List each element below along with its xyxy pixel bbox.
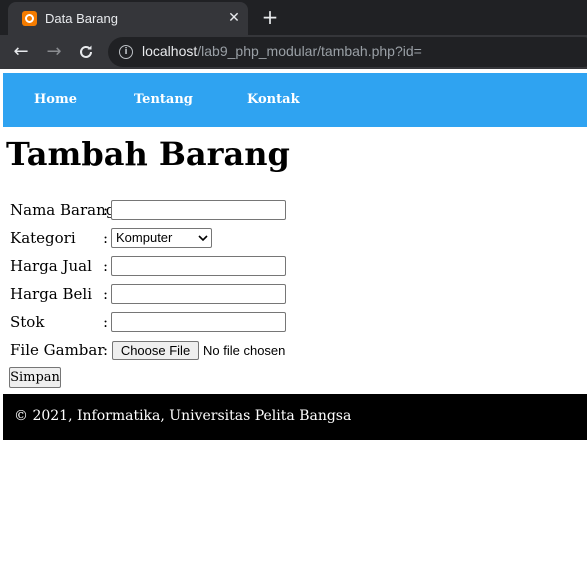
browser-tab-strip: Data Barang ✕ + [0,0,587,35]
back-arrow-icon[interactable]: ← [9,40,33,64]
url-text[interactable]: localhost/lab9_php_modular/tambah.php?id… [142,43,422,59]
colon-separator: : [103,229,109,247]
choose-file-button[interactable]: Choose File [112,341,199,360]
forward-arrow-icon[interactable]: → [42,40,66,64]
nav-menu: Home Tentang Kontak [3,73,587,127]
label-harga-beli: Harga Beli [10,285,93,303]
kategori-selected-value: Komputer [116,230,173,245]
simpan-button[interactable]: Simpan [9,367,61,388]
page-title: Tambah Barang [6,135,290,173]
address-bar[interactable]: i localhost/lab9_php_modular/tambah.php?… [108,37,587,67]
colon-separator: : [103,285,109,303]
site-info-icon[interactable]: i [119,45,133,59]
kategori-select[interactable]: Komputer [111,228,212,248]
nav-link-home[interactable]: Home [34,92,77,107]
reload-icon[interactable] [74,40,98,64]
chevron-down-icon [198,235,208,242]
tab-title: Data Barang [45,11,118,26]
url-host: localhost [142,43,198,59]
url-path: /lab9_php_modular/tambah.php?id= [197,43,422,59]
browser-tab[interactable]: Data Barang ✕ [8,2,248,35]
colon-separator: : [103,201,109,219]
stok-input[interactable] [111,312,286,332]
label-stok: Stok [10,313,45,331]
footer-copyright: © 2021, Informatika, Universitas Pelita … [14,408,352,424]
page-content: Home Tentang Kontak Tambah Barang Nama B… [3,69,587,565]
browser-toolbar: ← → i localhost/lab9_php_modular/tambah.… [0,35,587,69]
page-footer: © 2021, Informatika, Universitas Pelita … [3,394,587,440]
harga-beli-input[interactable] [111,284,286,304]
new-tab-icon[interactable]: + [260,4,280,30]
nav-link-kontak[interactable]: Kontak [247,92,300,107]
xampp-favicon-icon [22,11,37,26]
label-harga-jual: Harga Jual [10,257,92,275]
nama-barang-input[interactable] [111,200,286,220]
colon-separator: : [103,313,109,331]
file-status-text: No file chosen [203,343,286,358]
harga-jual-input[interactable] [111,256,286,276]
colon-separator: : [103,341,109,359]
close-tab-icon[interactable]: ✕ [226,8,242,28]
label-nama-barang: Nama Barang [10,201,116,219]
colon-separator: : [103,257,109,275]
label-kategori: Kategori [10,229,76,247]
label-file-gambar: File Gambar [10,341,105,359]
nav-link-tentang[interactable]: Tentang [134,92,193,107]
